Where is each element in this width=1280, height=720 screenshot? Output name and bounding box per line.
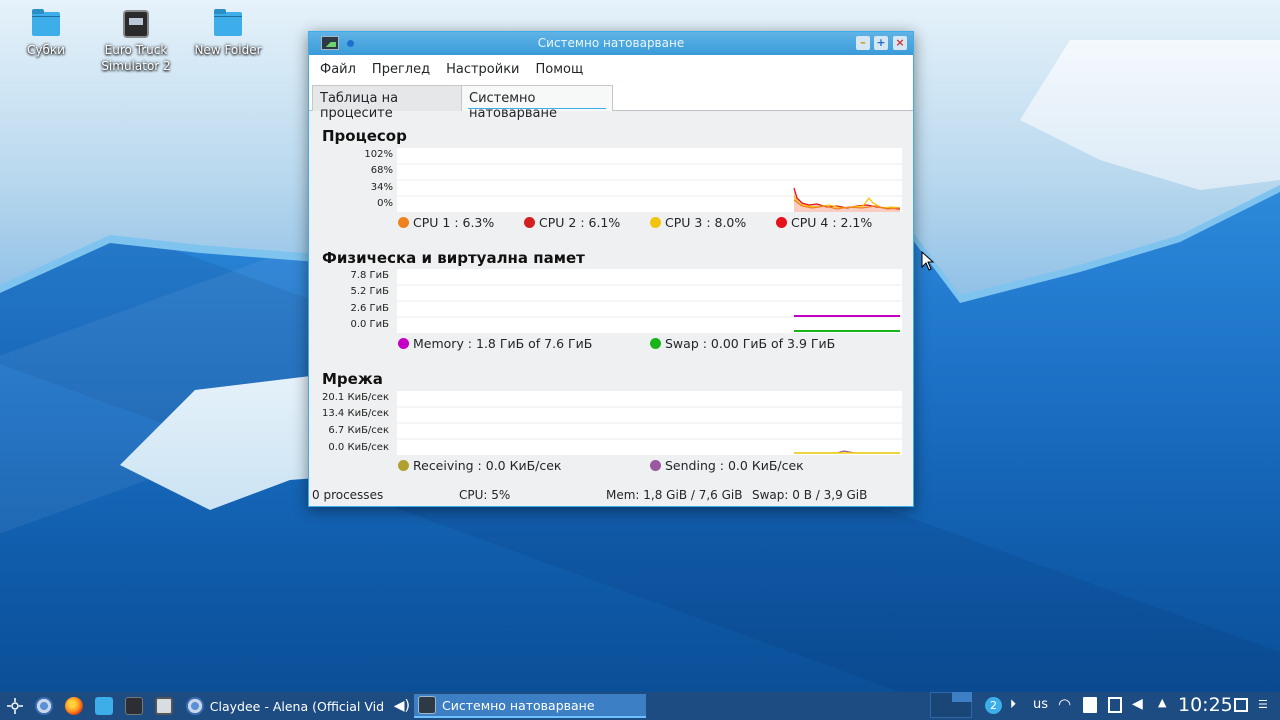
desktop-icon-subki[interactable]: Субки bbox=[6, 8, 86, 58]
menu-view[interactable]: Преглед bbox=[364, 62, 438, 77]
notes-icon[interactable] bbox=[1108, 697, 1122, 713]
desktop-icon-label: New Folder bbox=[194, 43, 262, 57]
legend-dot-icon bbox=[650, 217, 661, 228]
legend-label: Sending : 0.0 КиБ/сек bbox=[665, 458, 804, 473]
wifi-icon[interactable]: ◠ bbox=[1058, 695, 1071, 713]
memory-legend-item: Memory : 1.8 ГиБ of 7.6 ГиБ bbox=[398, 336, 592, 351]
task-system-load[interactable]: Системно натоварване bbox=[414, 694, 646, 718]
legend-label: Receiving : 0.0 КиБ/сек bbox=[413, 458, 562, 473]
network-y-label: 13.4 КиБ/сек bbox=[322, 408, 389, 419]
desktop-icon-euro-truck-simulator[interactable]: Euro Truck Simulator 2 bbox=[96, 8, 176, 74]
legend-label: CPU 4 : 2.1% bbox=[791, 215, 873, 230]
cpu-section-title: Процесор bbox=[322, 127, 407, 145]
legend-dot-icon bbox=[524, 217, 535, 228]
application-launcher-icon[interactable] bbox=[6, 697, 24, 715]
legend-label: CPU 3 : 8.0% bbox=[665, 215, 747, 230]
show-desktop-icon[interactable] bbox=[1234, 698, 1248, 712]
cpu-legend-item: CPU 4 : 2.1% bbox=[776, 215, 872, 230]
cpu-legend-item: CPU 2 : 6.1% bbox=[524, 215, 620, 230]
network-legend-item: Receiving : 0.0 КиБ/сек bbox=[398, 458, 562, 473]
legend-dot-icon bbox=[650, 338, 661, 349]
cpu-y-label: 0% bbox=[377, 198, 393, 209]
memory-y-label: 5.2 ГиБ bbox=[350, 286, 389, 297]
cpu-y-label: 34% bbox=[370, 182, 393, 193]
tray-expand-icon[interactable]: ▲ bbox=[1158, 696, 1166, 709]
cpu-legend-item: CPU 1 : 6.3% bbox=[398, 215, 494, 230]
menu-help[interactable]: Помощ bbox=[528, 62, 592, 77]
media-player-icon[interactable]: ⏵ bbox=[1010, 697, 1016, 712]
network-graph bbox=[397, 391, 902, 455]
status-cpu: CPU: 5% bbox=[459, 488, 511, 502]
clock[interactable]: 10:25 bbox=[1178, 694, 1233, 716]
memory-section-title: Физическа и виртуална памет bbox=[322, 249, 585, 267]
menu-file[interactable]: Файл bbox=[312, 62, 364, 77]
window-title: Системно натоварване bbox=[537, 36, 685, 50]
task-claydee-video[interactable]: Claydee - Alena (Official Vide... ◀) bbox=[182, 694, 410, 718]
menu-settings[interactable]: Настройки bbox=[438, 62, 527, 77]
cpu-y-label: 102% bbox=[364, 149, 393, 160]
minimize-button[interactable]: – bbox=[856, 36, 870, 50]
cpu-graph bbox=[397, 148, 902, 212]
notification-count-badge[interactable]: 2 bbox=[985, 697, 1002, 714]
desktop-icon-label: Субки bbox=[27, 43, 65, 57]
tab-bar: Таблица на процесите Системно натоварван… bbox=[309, 83, 913, 121]
task-label: Системно натоварване bbox=[442, 697, 595, 713]
volume-icon[interactable]: ◀ bbox=[1132, 696, 1143, 712]
cpu-legend-item: CPU 3 : 8.0% bbox=[650, 215, 746, 230]
file-manager-icon[interactable] bbox=[95, 697, 113, 715]
terminal-icon[interactable] bbox=[125, 697, 143, 715]
system-load-panel: Процесор 102% 68% 34% 0% CPU 1 : 6.3% CP… bbox=[309, 112, 913, 484]
memory-y-label: 2.6 ГиБ bbox=[350, 303, 389, 314]
status-bar: 0 processes CPU: 5% Mem: 1,8 GiB / 7,6 G… bbox=[309, 484, 913, 506]
legend-dot-icon bbox=[398, 460, 409, 471]
legend-dot-icon bbox=[776, 217, 787, 228]
clipboard-icon[interactable] bbox=[1083, 697, 1097, 713]
status-processes: 0 processes bbox=[312, 488, 384, 502]
system-monitor-icon bbox=[418, 696, 436, 714]
mouse-cursor-icon bbox=[921, 251, 935, 271]
memory-y-label: 0.0 ГиБ bbox=[350, 319, 389, 330]
memory-legend-item: Swap : 0.00 ГиБ of 3.9 ГиБ bbox=[650, 336, 835, 351]
system-monitor-window: Системно натоварване – + × Файл Преглед … bbox=[308, 31, 914, 507]
firefox-icon[interactable] bbox=[65, 697, 83, 715]
desktop-icon-label: Euro Truck Simulator 2 bbox=[101, 43, 171, 73]
folder-icon bbox=[212, 8, 244, 40]
desktop-icon-new-folder[interactable]: New Folder bbox=[188, 8, 268, 58]
memory-graph bbox=[397, 269, 902, 333]
memory-y-label: 7.8 ГиБ bbox=[350, 270, 389, 281]
legend-dot-icon bbox=[650, 460, 661, 471]
cpu-y-label: 68% bbox=[370, 165, 393, 176]
legend-dot-icon bbox=[398, 338, 409, 349]
network-section-title: Мрежа bbox=[322, 370, 383, 388]
taskbar: Claydee - Alena (Official Vide... ◀) Сис… bbox=[0, 692, 1280, 720]
network-y-label: 20.1 КиБ/сек bbox=[322, 392, 389, 403]
audio-playing-icon: ◀) bbox=[393, 698, 410, 714]
task-label: Claydee - Alena (Official Vide... bbox=[209, 698, 384, 714]
legend-label: CPU 2 : 6.1% bbox=[539, 215, 621, 230]
legend-label: Memory : 1.8 ГиБ of 7.6 ГиБ bbox=[413, 336, 593, 351]
chromium-icon bbox=[186, 697, 204, 715]
status-mem: Mem: 1,8 GiB / 7,6 GiB bbox=[606, 488, 743, 502]
network-legend-item: Sending : 0.0 КиБ/сек bbox=[650, 458, 804, 473]
folder-icon bbox=[30, 8, 62, 40]
tab-process-table[interactable]: Таблица на процесите bbox=[312, 85, 462, 121]
legend-label: CPU 1 : 6.3% bbox=[413, 215, 495, 230]
keyboard-layout-indicator[interactable]: us bbox=[1033, 697, 1048, 712]
panel-options-icon[interactable]: ☰ bbox=[1258, 698, 1268, 711]
window-titlebar[interactable]: Системно натоварване – + × bbox=[309, 32, 913, 55]
legend-label: Swap : 0.00 ГиБ of 3.9 ГиБ bbox=[665, 336, 836, 351]
network-y-label: 6.7 КиБ/сек bbox=[328, 425, 389, 436]
system-monitor-launcher-icon[interactable] bbox=[155, 697, 173, 715]
legend-dot-icon bbox=[398, 217, 409, 228]
maximize-button[interactable]: + bbox=[874, 36, 888, 50]
pager-window-thumbnail bbox=[952, 692, 972, 702]
network-y-label: 0.0 КиБ/сек bbox=[328, 442, 389, 453]
close-button[interactable]: × bbox=[893, 36, 907, 50]
truck-icon bbox=[120, 8, 152, 40]
menubar: Файл Преглед Настройки Помощ bbox=[309, 55, 913, 83]
chromium-icon[interactable] bbox=[35, 697, 53, 715]
status-swap: Swap: 0 B / 3,9 GiB bbox=[752, 488, 868, 502]
tab-system-load[interactable]: Системно натоварване bbox=[461, 85, 613, 121]
